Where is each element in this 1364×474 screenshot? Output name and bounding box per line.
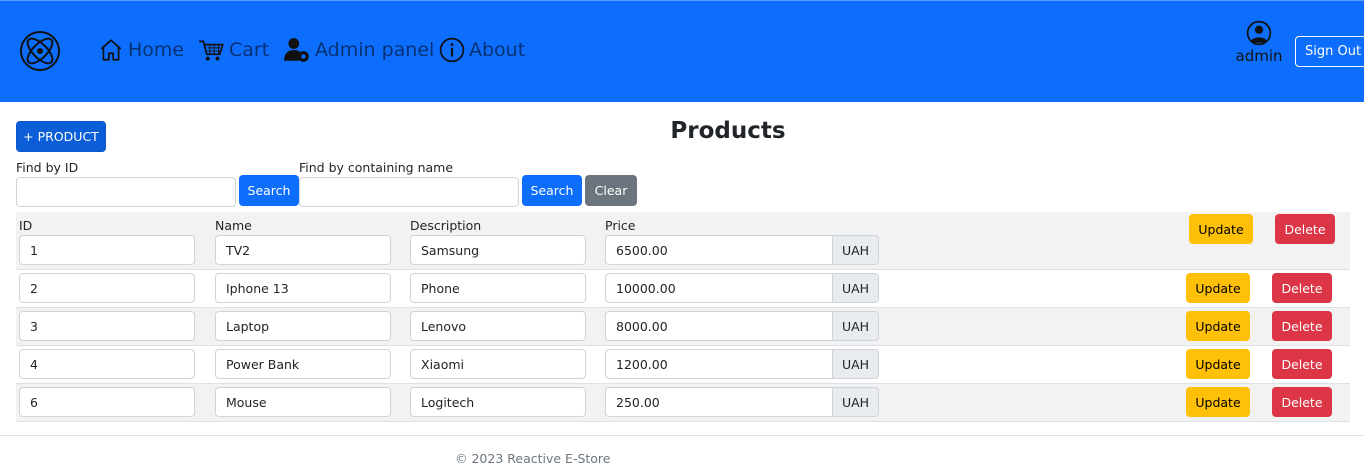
update-button[interactable]: Update (1186, 387, 1250, 417)
nav-about-label: About (469, 39, 526, 61)
currency-addon: UAH (832, 273, 879, 303)
delete-button[interactable]: Delete (1272, 387, 1332, 417)
footer-copyright: © 2023 Reactive E-Store (455, 451, 611, 466)
house-icon (100, 39, 122, 61)
description-field[interactable]: Phone (410, 273, 586, 303)
info-circle-icon (439, 37, 465, 63)
id-column-header: ID (19, 218, 33, 233)
update-button[interactable]: Update (1186, 311, 1250, 341)
update-button[interactable]: Update (1186, 273, 1250, 303)
price-field[interactable]: 250.00 (605, 387, 833, 417)
products-table: ID Name Description Price 1 TV2 Samsung … (16, 212, 1350, 422)
table-row: 3 Laptop Lenovo 8000.00 UAH Update Delet… (16, 308, 1350, 346)
description-column-header: Description (410, 218, 482, 233)
top-navbar: Home Cart Admin panel About admin Sign O… (0, 0, 1364, 102)
id-field[interactable]: 2 (19, 273, 195, 303)
nav-home-link[interactable]: Home (98, 33, 184, 67)
id-field[interactable]: 3 (19, 311, 195, 341)
table-row: 4 Power Bank Xiaomi 1200.00 UAH Update D… (16, 346, 1350, 384)
delete-button[interactable]: Delete (1272, 349, 1332, 379)
user-gear-icon (284, 38, 309, 62)
price-field[interactable]: 6500.00 (605, 235, 833, 265)
table-row: 6 Mouse Logitech 250.00 UAH Update Delet… (16, 384, 1350, 422)
name-field[interactable]: Mouse (215, 387, 391, 417)
delete-button[interactable]: Delete (1272, 311, 1332, 341)
find-by-name-input[interactable] (299, 177, 519, 207)
id-field[interactable]: 1 (19, 235, 195, 265)
id-field[interactable]: 4 (19, 349, 195, 379)
find-by-id-label: Find by ID (16, 160, 79, 175)
sign-out-button[interactable]: Sign Out (1295, 36, 1364, 67)
cart-icon (199, 40, 224, 61)
name-field[interactable]: Laptop (215, 311, 391, 341)
table-row: ID Name Description Price 1 TV2 Samsung … (16, 212, 1350, 270)
name-field[interactable]: Power Bank (215, 349, 391, 379)
clear-button[interactable]: Clear (585, 175, 637, 206)
user-circle-icon (1246, 20, 1272, 46)
find-by-name-label: Find by containing name (299, 160, 454, 175)
page-title: Products (670, 118, 786, 144)
nav-cart-label: Cart (229, 39, 270, 61)
currency-addon: UAH (832, 235, 879, 265)
name-field[interactable]: Iphone 13 (215, 273, 391, 303)
update-button[interactable]: Update (1186, 349, 1250, 379)
description-field[interactable]: Samsung (410, 235, 586, 265)
search-by-name-button[interactable]: Search (522, 175, 582, 206)
delete-button[interactable]: Delete (1272, 273, 1332, 303)
nav-admin-panel-link[interactable]: Admin panel (283, 33, 434, 67)
price-column-header: Price (605, 218, 636, 233)
search-by-id-button[interactable]: Search (239, 175, 299, 206)
description-field[interactable]: Logitech (410, 387, 586, 417)
price-field[interactable]: 10000.00 (605, 273, 833, 303)
user-profile[interactable]: admin (1233, 20, 1285, 68)
table-row: 2 Iphone 13 Phone 10000.00 UAH Update De… (16, 270, 1350, 308)
atom-logo-icon[interactable] (18, 29, 62, 73)
nav-cart-link[interactable]: Cart (197, 33, 269, 67)
nav-about-link[interactable]: About (439, 33, 525, 67)
nav-admin-panel-label: Admin panel (315, 39, 435, 61)
footer-divider (0, 435, 1364, 436)
description-field[interactable]: Xiaomi (410, 349, 586, 379)
update-button[interactable]: Update (1189, 214, 1253, 244)
id-field[interactable]: 6 (19, 387, 195, 417)
navbar-top-border (0, 0, 1364, 1)
nav-home-label: Home (128, 39, 185, 61)
find-by-id-input[interactable] (16, 177, 236, 207)
currency-addon: UAH (832, 349, 879, 379)
delete-button[interactable]: Delete (1275, 214, 1335, 244)
name-column-header: Name (215, 218, 252, 233)
price-field[interactable]: 8000.00 (605, 311, 833, 341)
user-name: admin (1235, 47, 1283, 65)
description-field[interactable]: Lenovo (410, 311, 586, 341)
price-field[interactable]: 1200.00 (605, 349, 833, 379)
currency-addon: UAH (832, 387, 879, 417)
currency-addon: UAH (832, 311, 879, 341)
name-field[interactable]: TV2 (215, 235, 391, 265)
